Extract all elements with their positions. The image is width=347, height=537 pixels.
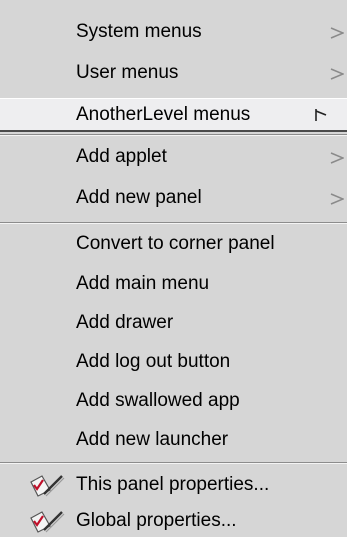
menu-item-label: Add new launcher [76, 429, 229, 450]
menu-item-label: Convert to corner panel [76, 233, 275, 254]
menu-item-this-panel-properties[interactable]: This panel properties... [0, 469, 347, 501]
menu-item-global-properties[interactable]: Global properties... [0, 505, 347, 537]
menu-item-add-main-menu[interactable]: Add main menu [0, 268, 347, 300]
submenu-arrow-icon [330, 151, 344, 165]
menu-item-add-swallowed-app[interactable]: Add swallowed app [0, 385, 347, 417]
submenu-arrow-icon [330, 26, 344, 40]
menu-item-add-new-launcher[interactable]: Add new launcher [0, 424, 347, 456]
menu-item-label: Add log out button [76, 351, 231, 372]
menu-separator [0, 222, 347, 224]
menu-separator [0, 134, 347, 136]
submenu-arrow-icon [330, 192, 344, 206]
menu-item-label: User menus [76, 62, 179, 83]
menu-item-label: Add main menu [76, 273, 210, 294]
menu-item-add-applet[interactable]: Add applet [0, 141, 347, 173]
menu-item-add-log-out-button[interactable]: Add log out button [0, 346, 347, 378]
menu-item-label: System menus [76, 21, 202, 42]
submenu-arrow-icon [330, 67, 344, 81]
menu-item-label: AnotherLevel menus [76, 104, 251, 125]
menu-item-label: This panel properties... [76, 474, 270, 495]
menu-item-user-menus[interactable]: User menus [0, 57, 347, 89]
menu-item-system-menus[interactable]: System menus [0, 16, 347, 48]
menu-item-label: Add drawer [76, 312, 174, 333]
panel-context-menu: System menus User menus AnotherLevel men… [0, 0, 347, 535]
menu-separator [0, 462, 347, 464]
menu-item-anotherlevel-menus[interactable]: AnotherLevel menus [0, 98, 347, 132]
menu-item-label: Global properties... [76, 510, 237, 531]
menu-item-add-drawer[interactable]: Add drawer [0, 307, 347, 339]
menu-item-label: Add swallowed app [76, 390, 240, 411]
properties-check-icon [28, 508, 66, 536]
menu-item-label: Add applet [76, 146, 167, 167]
menu-item-convert-to-corner-panel[interactable]: Convert to corner panel [0, 228, 347, 260]
submenu-arrow-icon [314, 108, 328, 122]
menu-item-add-new-panel[interactable]: Add new panel [0, 182, 347, 214]
menu-item-label: Add new panel [76, 187, 202, 208]
properties-check-icon [28, 472, 66, 500]
